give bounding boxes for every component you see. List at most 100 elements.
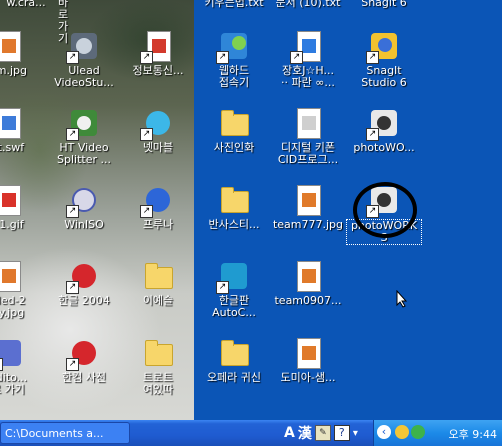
icon-label: 한글 2004 — [58, 294, 110, 307]
ime-options-icon[interactable]: ▾ — [353, 428, 358, 439]
image-file-icon — [292, 337, 324, 369]
image-file-icon — [292, 184, 324, 216]
desktop-icon-am-jpg[interactable]: am.jpg — [0, 30, 46, 77]
document-app-icon: ↗ — [140, 30, 174, 64]
highlight-circle — [353, 182, 417, 238]
desktop-icon-gif[interactable]: 01.gif — [0, 184, 46, 231]
ime-mode-letter[interactable]: A — [284, 425, 295, 441]
icon-label: w.cra... — [6, 0, 46, 9]
icon-label: 트로트 여있따 — [142, 371, 174, 396]
icon-label: Edito... 로 가기 — [0, 371, 28, 396]
desktop-icon-swf[interactable]: st.swf — [0, 107, 46, 154]
ime-hanja[interactable]: 漢 — [298, 423, 312, 443]
icon-label: 키우는법.txt — [204, 0, 264, 9]
icon-label: 이예슬 — [142, 294, 174, 307]
ime-help-icon[interactable]: ? — [333, 425, 350, 441]
icon-label: 사진인화 — [213, 141, 255, 154]
ulead-icon: ↗ — [66, 30, 100, 64]
icon-label: 오페라 귀신 — [206, 371, 262, 384]
clock[interactable]: 오후 9:44 — [449, 426, 497, 442]
icon-label: HT Video Splitter ... — [57, 141, 111, 166]
webhard-icon: ↗ — [216, 30, 250, 64]
icon-label: itled-2 py.jpg — [0, 294, 26, 319]
icon-label: 프루나 — [142, 218, 174, 231]
desktop-icon-ht-video[interactable]: ↗ HT Video Splitter ... — [46, 107, 122, 166]
dictionary-icon: ↗ — [66, 337, 100, 371]
icon-label: photoWO... — [353, 141, 415, 154]
desktop-icon-photowo[interactable]: ↗ photoWO... — [346, 107, 422, 154]
photoworks-icon: ↗ — [366, 107, 400, 141]
desktop-icon-digital-keyphone[interactable]: 디지털 키폰 CID프로그... — [270, 107, 346, 166]
desktop-icon-team0907[interactable]: team0907... — [270, 260, 346, 307]
desktop-icon-top-5[interactable]: Snagit 6 — [346, 0, 422, 9]
icon-label: 디지털 키폰 CID프로그... — [277, 141, 339, 166]
desktop-icon-opera-ghost[interactable]: 오페라 귀신 — [196, 337, 272, 384]
document-icon — [292, 107, 324, 139]
folder-icon — [142, 337, 174, 369]
desktop-icon-top-1[interactable]: w.cra... 바로 가기 — [0, 0, 68, 45]
desktop-icon-team777[interactable]: team777.jpg — [270, 184, 346, 231]
icon-label: 넷마블 — [142, 141, 174, 154]
desktop-icon-hancom-dict[interactable]: ↗ 한컴 사전 — [46, 337, 122, 384]
desktop-icon-info[interactable]: ↗ 정보통신... — [120, 30, 196, 77]
gif-file-icon — [0, 184, 24, 216]
icon-label: team777.jpg — [272, 218, 344, 231]
messenger-tray-icon[interactable] — [395, 425, 409, 439]
folder-icon — [218, 184, 250, 216]
ime-toolbar: A 漢 ✎ ? ▾ — [284, 422, 358, 444]
desktop-icon-webhard[interactable]: ↗ 웹하드 접속기 — [196, 30, 272, 89]
user-tray-icon[interactable] — [411, 425, 425, 439]
desktop-icon-winiso[interactable]: ↗ WinISO — [46, 184, 122, 231]
taskbar-window-button[interactable]: C:\Documents a... — [0, 422, 130, 444]
icon-label: SnagIt Studio 6 — [361, 64, 407, 89]
folder-icon — [218, 337, 250, 369]
internet-explorer-icon: ↗ — [290, 30, 324, 64]
desktop-icon-ulead[interactable]: ↗ Ulead VideoStu... — [46, 30, 122, 89]
netmarble-icon: ↗ — [140, 107, 174, 141]
icon-label: 한글판 AutoC... — [212, 294, 256, 319]
desktop-icon-top-3[interactable]: 키우는법.txt — [196, 0, 272, 9]
desktop-icon-untitled2[interactable]: itled-2 py.jpg — [0, 260, 46, 319]
desktop-icon-ie-link[interactable]: ↗ 장호J☆H... ·· 파란 ∞... — [270, 30, 346, 89]
system-tray: ‹ 오후 9:44 — [373, 420, 502, 446]
desktop-icon-pruna[interactable]: ↗ 프루나 — [120, 184, 196, 231]
mouse-cursor-icon — [396, 290, 408, 308]
icon-label: 01.gif — [0, 218, 24, 231]
desktop-icon-trot[interactable]: 트로트 여있따 — [120, 337, 196, 396]
pruna-icon: ↗ — [140, 184, 174, 218]
icon-label: 문서 (10).txt — [275, 0, 341, 9]
icon-label: WinISO — [64, 218, 104, 231]
icon-label: 정보통신... — [132, 64, 184, 77]
image-file-icon — [0, 30, 24, 62]
icon-label: 한컴 사전 — [62, 371, 106, 384]
desktop-icon-snagit-studio[interactable]: ↗ SnagIt Studio 6 — [346, 30, 422, 89]
desktop-icon-reflect-sticker[interactable]: 반사스티... — [196, 184, 272, 231]
scissors-icon: ↗ — [66, 107, 100, 141]
ime-settings-icon[interactable]: ✎ — [314, 425, 331, 441]
icon-label: Snagit 6 — [361, 0, 407, 9]
desktop-icon-domia[interactable]: 도미아-샘... — [270, 337, 346, 384]
disc-icon: ↗ — [66, 184, 100, 218]
editor-icon: ↗ — [0, 337, 24, 371]
desktop-icon-hangul-2004[interactable]: ↗ 한글 2004 — [46, 260, 122, 307]
desktop-icon-autocad[interactable]: ↗ 한글판 AutoC... — [196, 260, 272, 319]
desktop-icon-top-4[interactable]: 문서 (10).txt — [270, 0, 346, 9]
icon-label: Ulead VideoStu... — [54, 64, 114, 89]
desktop-icon-iyeseul[interactable]: 이예슬 — [120, 260, 196, 307]
desktop-icon-editor[interactable]: ↗ Edito... 로 가기 — [0, 337, 46, 396]
icon-label: st.swf — [0, 141, 25, 154]
icon-label: 반사스티... — [208, 218, 260, 231]
show-hidden-icons-chevron-icon[interactable]: ‹ — [377, 425, 391, 439]
desktop-icon-netmarble[interactable]: ↗ 넷마블 — [120, 107, 196, 154]
desktop-icon-photo-print[interactable]: 사진인화 — [196, 107, 272, 154]
icon-label: team0907... — [274, 294, 342, 307]
image-file-icon — [0, 260, 24, 292]
autocad-icon: ↗ — [216, 260, 250, 294]
snagit-icon: ↗ — [366, 30, 400, 64]
icon-label: 웹하드 접속기 — [218, 64, 250, 89]
image-file-icon — [292, 260, 324, 292]
icon-label: am.jpg — [0, 64, 27, 77]
hangul-icon: ↗ — [66, 260, 100, 294]
taskbar: C:\Documents a... A 漢 ✎ ? ▾ ‹ 오후 9:44 — [0, 420, 502, 446]
desktop[interactable]: w.cra... 바로 가기 키우는법.txt 문서 (10).txt Snag… — [0, 0, 502, 420]
